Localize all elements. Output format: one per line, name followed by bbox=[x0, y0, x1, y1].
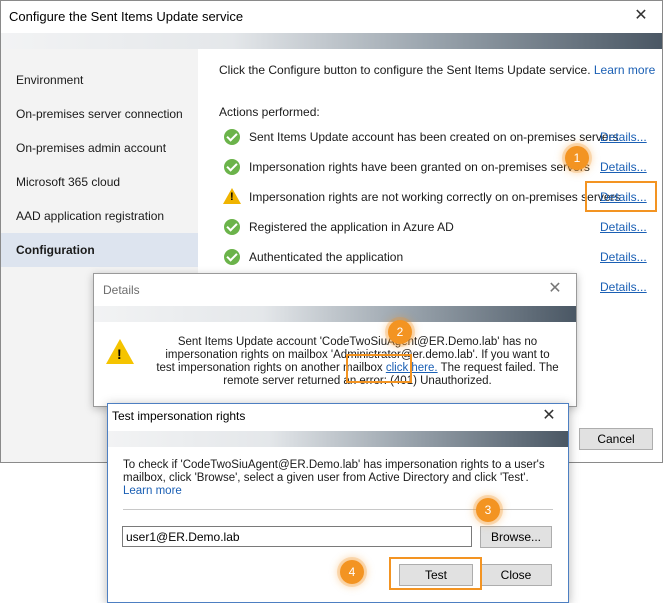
sidebar-item-environment[interactable]: Environment bbox=[1, 63, 198, 97]
check-circle-icon bbox=[224, 159, 240, 175]
sidebar-item-m365-cloud[interactable]: Microsoft 365 cloud bbox=[1, 165, 198, 199]
check-circle-icon bbox=[224, 219, 240, 235]
step-callout-1: 1 bbox=[565, 146, 589, 170]
highlight-box-details bbox=[585, 181, 657, 212]
sidebar-item-onprem-server[interactable]: On-premises server connection bbox=[1, 97, 198, 131]
close-button[interactable]: Close bbox=[480, 564, 552, 586]
test-instructions-text: To check if 'CodeTwoSiuAgent@ER.Demo.lab… bbox=[123, 459, 545, 484]
browse-button[interactable]: Browse... bbox=[480, 526, 552, 548]
test-instructions: To check if 'CodeTwoSiuAgent@ER.Demo.lab… bbox=[123, 459, 553, 498]
cancel-button[interactable]: Cancel bbox=[579, 428, 653, 450]
header-banner bbox=[1, 33, 662, 49]
close-icon[interactable]: ✕ bbox=[540, 277, 570, 301]
action-text: Sent Items Update account has been creat… bbox=[249, 130, 619, 144]
main-window-title: Configure the Sent Items Update service bbox=[9, 9, 244, 24]
intro-sentence: Click the Configure button to configure … bbox=[219, 63, 591, 77]
sidebar-item-onprem-admin[interactable]: On-premises admin account bbox=[1, 131, 198, 165]
details-link-4[interactable]: Details... bbox=[600, 220, 647, 234]
action-text: Registered the application in Azure AD bbox=[249, 220, 454, 234]
sidebar-item-label: AAD application registration bbox=[16, 209, 165, 223]
actions-heading: Actions performed: bbox=[219, 105, 320, 119]
intro-text: Click the Configure button to configure … bbox=[219, 63, 655, 77]
test-dialog-banner bbox=[108, 431, 568, 447]
sidebar-item-label: On-premises admin account bbox=[16, 141, 167, 155]
details-link-2[interactable]: Details... bbox=[600, 160, 647, 174]
close-icon[interactable]: ✕ bbox=[534, 404, 564, 428]
details-dialog-title: Details bbox=[103, 283, 140, 297]
details-dialog: Details ✕ ! Sent Items Update account 'C… bbox=[93, 273, 577, 407]
action-text: Authenticated the application bbox=[249, 250, 404, 264]
action-text: Impersonation rights are not working cor… bbox=[249, 190, 621, 204]
test-impersonation-dialog: Test impersonation rights ✕ To check if … bbox=[107, 403, 569, 603]
warning-exclamation: ! bbox=[117, 346, 122, 362]
highlight-box-test bbox=[389, 557, 482, 590]
details-link-1[interactable]: Details... bbox=[600, 130, 647, 144]
details-link-6[interactable]: Details... bbox=[600, 280, 647, 294]
step-callout-3: 3 bbox=[476, 498, 500, 522]
action-text: Impersonation rights have been granted o… bbox=[249, 160, 590, 174]
sidebar-item-label: On-premises server connection bbox=[16, 107, 183, 121]
learn-more-link[interactable]: Learn more bbox=[594, 63, 655, 77]
step-callout-4: 4 bbox=[340, 560, 364, 584]
learn-more-link[interactable]: Learn more bbox=[123, 485, 182, 497]
step-callout-2: 2 bbox=[388, 320, 412, 344]
test-dialog-title: Test impersonation rights bbox=[112, 409, 246, 423]
sidebar-item-configuration[interactable]: Configuration bbox=[1, 233, 198, 267]
close-icon[interactable]: ✕ bbox=[626, 4, 656, 28]
sidebar-item-label: Environment bbox=[16, 73, 84, 87]
main-titlebar: Configure the Sent Items Update service … bbox=[1, 1, 662, 31]
highlight-box-click-here bbox=[346, 354, 412, 383]
details-banner bbox=[94, 306, 576, 322]
warning-icon: ! bbox=[223, 188, 241, 204]
mailbox-input[interactable] bbox=[122, 526, 472, 547]
sidebar-item-label: Configuration bbox=[16, 243, 95, 257]
check-circle-icon bbox=[224, 249, 240, 265]
check-circle-icon bbox=[224, 129, 240, 145]
sidebar-item-label: Microsoft 365 cloud bbox=[16, 175, 121, 189]
details-link-5[interactable]: Details... bbox=[600, 250, 647, 264]
sidebar-item-aad-registration[interactable]: AAD application registration bbox=[1, 199, 198, 233]
